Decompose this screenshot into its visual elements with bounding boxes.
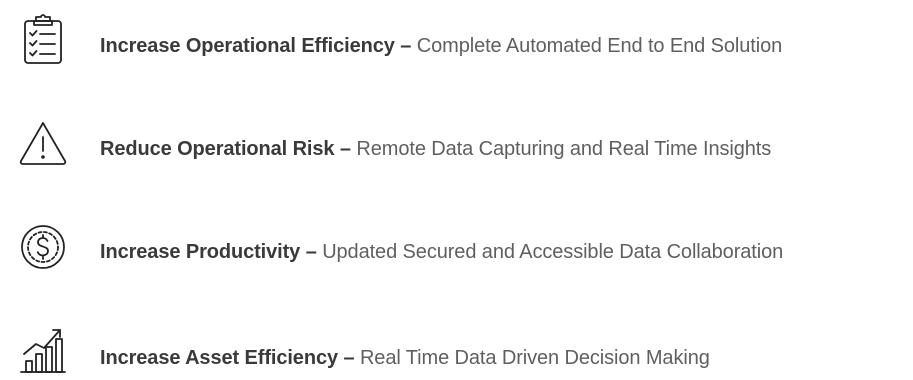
benefit-item-productivity: Increase Productivity – Updated Secured … <box>0 220 913 280</box>
benefit-text: Increase Asset Efficiency – Real Time Da… <box>100 346 710 370</box>
benefit-description: Remote Data Capturing and Real Time Insi… <box>356 138 772 160</box>
clipboard-checklist-icon <box>16 12 70 66</box>
benefit-separator: – <box>305 241 317 263</box>
benefit-text: Increase Productivity – Updated Secured … <box>100 240 783 264</box>
benefit-separator: – <box>400 35 412 57</box>
benefit-title: Reduce Operational Risk <box>100 138 335 160</box>
benefit-separator: – <box>339 138 351 160</box>
benefit-title: Increase Operational Efficiency <box>100 35 395 57</box>
benefit-description: Complete Automated End to End Solution <box>416 35 783 57</box>
benefit-separator: – <box>343 347 355 369</box>
benefit-text: Reduce Operational Risk – Remote Data Ca… <box>100 137 771 161</box>
benefit-description: Real Time Data Driven Decision Making <box>359 347 710 369</box>
benefit-item-operational-efficiency: Increase Operational Efficiency – Comple… <box>0 12 913 72</box>
growth-chart-icon <box>16 320 70 374</box>
benefit-text: Increase Operational Efficiency – Comple… <box>100 34 782 58</box>
benefit-description: Updated Secured and Accessible Data Coll… <box>322 241 784 263</box>
warning-triangle-icon <box>16 117 70 171</box>
dollar-coin-icon <box>16 220 70 274</box>
benefit-item-asset-efficiency: Increase Asset Efficiency – Real Time Da… <box>0 320 913 380</box>
benefit-list: Increase Operational Efficiency – Comple… <box>0 0 913 379</box>
benefit-item-operational-risk: Reduce Operational Risk – Remote Data Ca… <box>0 117 913 177</box>
benefit-title: Increase Productivity <box>100 241 301 263</box>
benefit-title: Increase Asset Efficiency <box>100 347 338 369</box>
